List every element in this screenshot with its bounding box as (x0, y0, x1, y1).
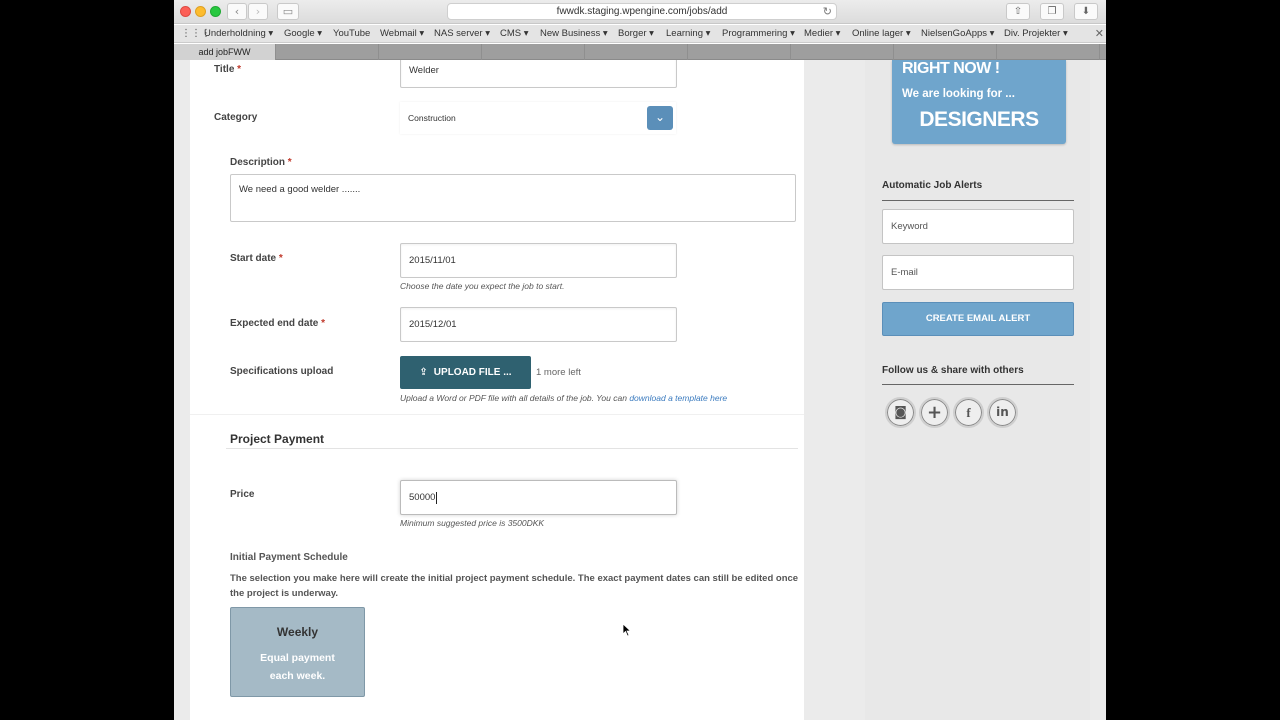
start-date-input[interactable]: 2015/11/01 (400, 243, 677, 278)
browser-tab[interactable] (689, 44, 791, 60)
bookmark-item[interactable]: Underholdning ▾ (204, 28, 273, 39)
bookmarks-bar: ⋮⋮⋮ Underholdning ▾ Google ▾ YouTube Web… (174, 25, 1106, 43)
share-icon[interactable]: ⇧ (1006, 3, 1030, 20)
upload-icon: ⇪ (419, 367, 428, 378)
description-textarea[interactable]: We need a good welder ....... (230, 174, 796, 222)
upload-count: 1 more left (536, 367, 581, 378)
bookmark-item[interactable]: CMS ▾ (500, 28, 529, 39)
bookmark-item[interactable]: NAS server ▾ (434, 28, 490, 39)
upload-hint: Upload a Word or PDF file with all detai… (400, 393, 728, 403)
download-icon[interactable]: ⬇ (1074, 3, 1098, 20)
banner-subline: We are looking for ... (902, 88, 1015, 100)
banner-highlight: DESIGNERS (919, 108, 1039, 131)
browser-tab[interactable] (792, 44, 894, 60)
section-divider (190, 414, 804, 415)
tabs-icon[interactable]: ❐ (1040, 3, 1064, 20)
sidebar: RIGHT NOW ! We are looking for ... DESIG… (865, 60, 1090, 720)
bookmark-item[interactable]: Medier ▾ (804, 28, 840, 39)
price-input[interactable]: 50000 (400, 480, 677, 515)
chevron-left-icon[interactable]: ‹ (227, 3, 247, 20)
payment-schedule-heading: Initial Payment Schedule (230, 552, 348, 563)
facebook-icon[interactable]: f (953, 397, 984, 428)
linkedin-icon[interactable]: in (987, 397, 1018, 428)
bookmark-item[interactable]: Google ▾ (284, 28, 322, 39)
page-content: Title * Welder Category Construction ⌄ D… (174, 60, 1106, 720)
text-caret (436, 491, 438, 504)
category-value: Construction (408, 113, 456, 123)
bookmark-item[interactable]: YouTube (333, 28, 370, 39)
chevron-right-icon[interactable]: › (248, 3, 268, 20)
weekly-option-text: Equal payment each week. (260, 652, 335, 682)
browser-window: ‹ › ▭ fwwdk.staging.wpengine.com/jobs/ad… (174, 0, 1106, 720)
heading-rule (882, 384, 1074, 385)
close-icon[interactable]: ✕ (1095, 27, 1104, 40)
bookmark-item[interactable]: Learning ▾ (666, 28, 710, 39)
reload-icon[interactable]: ↻ (823, 4, 832, 19)
plus-icon[interactable]: + (919, 397, 950, 428)
address-bar[interactable]: fwwdk.staging.wpengine.com/jobs/add ↻ (447, 3, 837, 20)
category-select[interactable]: Construction ⌄ (400, 102, 676, 134)
bookmark-item[interactable]: Programmering ▾ (722, 28, 795, 39)
recruiting-banner[interactable]: RIGHT NOW ! We are looking for ... DESIG… (892, 60, 1066, 144)
end-date-label: Expected end date * (230, 318, 326, 329)
end-date-input[interactable]: 2015/12/01 (400, 307, 677, 342)
job-form: Title * Welder Category Construction ⌄ D… (190, 60, 804, 720)
bookmark-item[interactable]: Online lager ▾ (852, 28, 911, 39)
tab-bar: add jobFWW (174, 44, 1106, 60)
browser-tab[interactable]: add jobFWW (174, 44, 276, 60)
sidebar-icon[interactable]: ▭ (277, 3, 299, 20)
browser-tab[interactable] (277, 44, 379, 60)
weekly-option-title: Weekly (276, 625, 319, 639)
start-date-hint: Choose the date you expect the job to st… (400, 281, 565, 291)
project-payment-heading: Project Payment (230, 432, 325, 446)
create-email-alert-button[interactable]: CREATE EMAIL ALERT (882, 302, 1074, 336)
description-label: Description * (230, 157, 292, 168)
job-alerts-heading: Automatic Job Alerts (882, 180, 983, 191)
email-input[interactable]: E-mail (882, 255, 1074, 290)
keyword-input[interactable]: Keyword (882, 209, 1074, 244)
title-label: Title * (214, 64, 242, 75)
browser-tab[interactable] (483, 44, 585, 60)
browser-toolbar: ‹ › ▭ fwwdk.staging.wpengine.com/jobs/ad… (174, 0, 1106, 24)
browser-tab[interactable] (380, 44, 482, 60)
bookmark-item[interactable]: New Business ▾ (540, 28, 608, 39)
heading-rule (882, 200, 1074, 201)
bookmark-item[interactable]: Webmail ▾ (380, 28, 424, 39)
bookmark-item[interactable]: Div. Projekter ▾ (1004, 28, 1068, 39)
download-template-link[interactable]: download a template here (629, 393, 727, 403)
browser-tab[interactable] (895, 44, 997, 60)
price-label: Price (230, 489, 255, 500)
browser-tab[interactable] (998, 44, 1100, 60)
start-date-label: Start date * (230, 253, 283, 264)
price-hint: Minimum suggested price is 3500DKK (400, 518, 545, 528)
heading-rule (226, 448, 798, 449)
bookmark-item[interactable]: Borger ▾ (618, 28, 654, 39)
category-label: Category (214, 112, 258, 123)
instagram-icon[interactable]: ◙ (885, 397, 916, 428)
follow-heading: Follow us & share with others (882, 365, 1024, 376)
close-window-button[interactable] (180, 6, 191, 17)
banner-headline: RIGHT NOW ! (902, 60, 1000, 77)
mouse-cursor (622, 623, 632, 637)
chevron-down-icon[interactable]: ⌄ (647, 106, 673, 130)
upload-label: Specifications upload (230, 366, 334, 377)
bookmark-item[interactable]: NielsenGoApps ▾ (921, 28, 994, 39)
upload-file-button[interactable]: ⇪ UPLOAD FILE ... (400, 356, 531, 389)
title-input[interactable]: Welder (400, 60, 677, 88)
minimize-window-button[interactable] (195, 6, 206, 17)
browser-tab[interactable] (586, 44, 688, 60)
payment-schedule-description: The selection you make here will create … (230, 573, 799, 599)
zoom-window-button[interactable] (210, 6, 221, 17)
url-text: fwwdk.staging.wpengine.com/jobs/add (556, 6, 728, 17)
weekly-option-card[interactable]: Weekly Equal payment each week. (230, 607, 365, 697)
